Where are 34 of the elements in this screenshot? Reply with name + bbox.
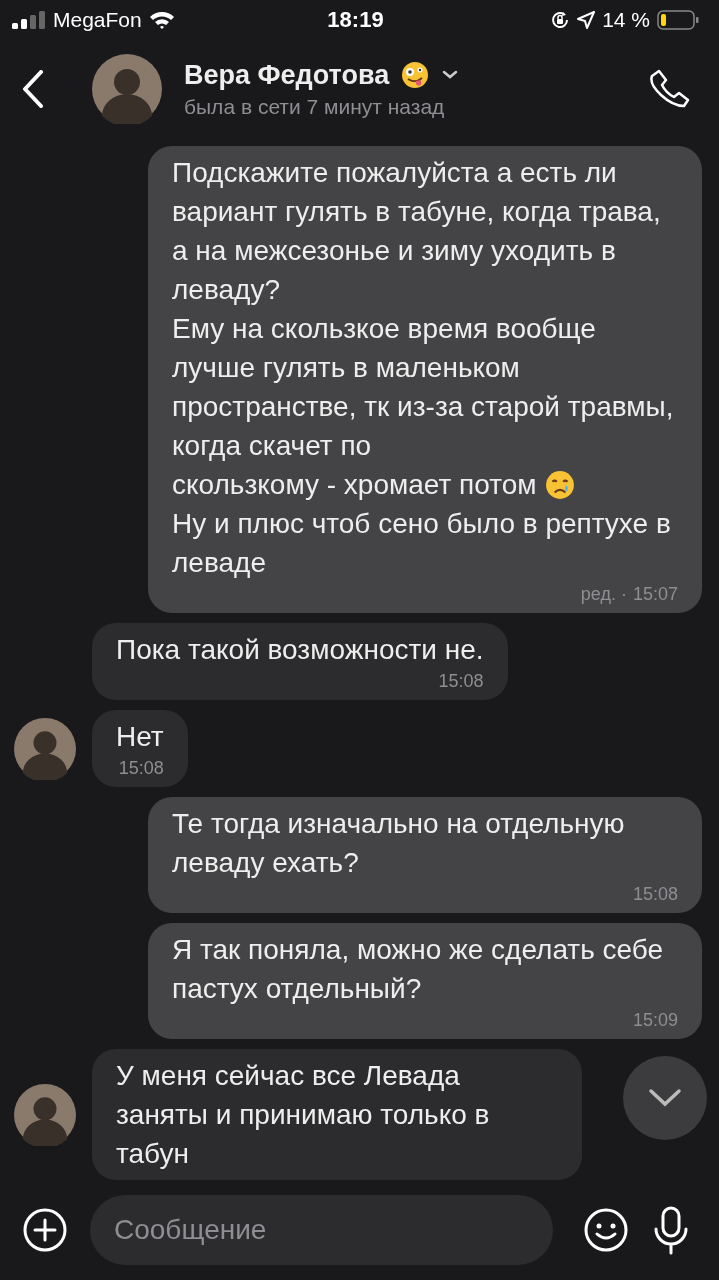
avatar-icon[interactable] (92, 54, 162, 124)
last-seen-status: была в сети 7 минут назад (184, 94, 446, 119)
message-time: 15:08 (118, 757, 164, 780)
avatar-icon[interactable] (14, 1083, 76, 1146)
add-icon[interactable] (22, 1207, 68, 1253)
message-text: скользкому - хромает потом (172, 468, 537, 502)
avatar-icon[interactable] (14, 717, 76, 780)
rotation-lock-icon (550, 10, 571, 30)
message-time: 15:08 (438, 670, 484, 693)
contact-name[interactable]: Вера Федотова (184, 59, 390, 91)
chevron-down-icon (648, 1088, 682, 1108)
back-icon[interactable] (22, 70, 44, 108)
chevron-down-icon[interactable] (441, 69, 460, 81)
message-time: 15:08 (632, 883, 678, 906)
wifi-icon (148, 10, 175, 30)
message-time: 15:09 (632, 1009, 678, 1032)
edited-label: ред. · (580, 583, 627, 606)
emoji-icon[interactable] (583, 1207, 629, 1253)
message-text: Я так поняла, можно же сделать себе пастух отдельный? (172, 933, 665, 1006)
signal-icon (12, 11, 46, 29)
battery-percent: 14 % (602, 8, 650, 32)
carrier-name: MegaFon (53, 8, 142, 32)
location-icon (577, 11, 596, 29)
battery-icon (657, 10, 699, 30)
message-text: Те тогда изначально на отдельную леваду ехать? (172, 807, 626, 880)
crazy-face-icon (401, 61, 430, 89)
message-text: Ну и плюс чтоб сено было в рептухе в леваде (172, 507, 672, 580)
message-text: Пока такой возможности не. (116, 633, 484, 667)
message-time: 15:07 (632, 583, 678, 606)
message-text: У меня сейчас все Левада заняты и принимаю только в табун (116, 1059, 491, 1171)
message-text: Подскажите пожалуйста а есть ли вариант гулять в табуне, когда трава, а на межсезонье и зиму уходить в леваду? (172, 156, 662, 307)
message-input[interactable]: Сообщение (90, 1195, 553, 1265)
message-text: Нет (116, 720, 164, 754)
clock-time: 18:19 (327, 7, 384, 33)
